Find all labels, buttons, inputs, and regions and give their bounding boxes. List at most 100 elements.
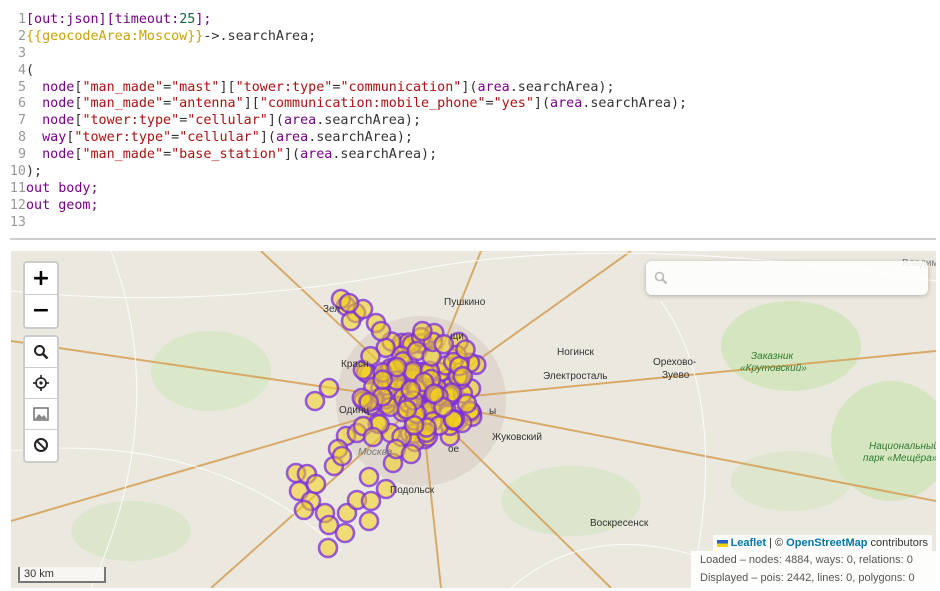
crosshair-icon[interactable] bbox=[25, 368, 57, 399]
code-token: out geom; bbox=[26, 198, 99, 213]
poi-marker[interactable] bbox=[338, 292, 360, 314]
place-label: ы bbox=[489, 406, 497, 417]
code-token: = bbox=[163, 147, 172, 162]
code-line[interactable]: 1[out:json][timeout:25]; bbox=[0, 11, 212, 28]
line-number: 1 bbox=[17, 12, 26, 27]
code-token: .searchArea); bbox=[582, 96, 688, 111]
poi-marker[interactable] bbox=[456, 393, 478, 414]
poi-marker[interactable] bbox=[370, 320, 392, 342]
panel-divider[interactable] bbox=[10, 238, 936, 240]
poi-marker[interactable] bbox=[293, 499, 315, 521]
query-editor[interactable]: 1[out:json][timeout:25]; 2{{geocodeArea:M… bbox=[0, 0, 940, 232]
poi-marker[interactable] bbox=[331, 445, 353, 467]
code-line[interactable]: 6 node["man_made"="antenna"]["communicat… bbox=[0, 95, 687, 112]
code-token: = bbox=[163, 80, 172, 95]
poi-marker[interactable] bbox=[423, 383, 445, 404]
place-label: Зел bbox=[323, 304, 341, 315]
code-token: ]( bbox=[267, 113, 284, 128]
place-label: щи bbox=[450, 331, 464, 342]
leaflet-link[interactable]: Leaflet bbox=[731, 537, 766, 549]
code-token: area bbox=[275, 130, 309, 145]
search-icon bbox=[654, 271, 668, 285]
code-token: ][ bbox=[219, 80, 236, 95]
line-number: 3 bbox=[17, 46, 26, 61]
code-token: "cellular" bbox=[187, 113, 268, 128]
code-line[interactable]: 11out body; bbox=[0, 180, 99, 197]
code-token: "yes" bbox=[493, 96, 534, 111]
poi-marker[interactable] bbox=[362, 426, 384, 448]
code-token: "antenna" bbox=[171, 96, 244, 111]
code-token: 25 bbox=[179, 12, 196, 27]
code-token: "communication" bbox=[340, 80, 462, 95]
poi-marker[interactable] bbox=[412, 320, 433, 342]
code-line[interactable]: 5 node["man_made"="mast"]["tower:type"="… bbox=[0, 79, 615, 96]
poi-marker[interactable] bbox=[400, 379, 422, 401]
code-line[interactable]: 13 bbox=[0, 214, 26, 231]
poi-marker[interactable] bbox=[452, 365, 474, 387]
map-view[interactable]: Пушкино Ногинск Орехово- Зуево Электрост… bbox=[11, 251, 936, 588]
poi-marker[interactable] bbox=[396, 399, 418, 420]
code-token: node bbox=[42, 113, 75, 128]
code-line[interactable]: 7 node["tower:type"="cellular"](area.sea… bbox=[0, 112, 421, 129]
poi-marker[interactable] bbox=[455, 339, 476, 360]
poi-marker[interactable] bbox=[386, 356, 408, 378]
park-label: парк «Мещёра» bbox=[863, 453, 936, 464]
zoom-out-button[interactable]: − bbox=[25, 295, 57, 326]
code-token: "tower:type" bbox=[74, 130, 172, 145]
park-label: «Крутовский» bbox=[740, 363, 807, 374]
place-label: Одинц bbox=[339, 405, 370, 416]
flag-icon bbox=[716, 540, 728, 547]
place-label: Жуковский bbox=[492, 432, 542, 443]
code-line[interactable]: 10); bbox=[0, 163, 42, 180]
code-token: "man_made" bbox=[82, 80, 164, 95]
code-line[interactable]: 12out geom; bbox=[0, 197, 99, 214]
code-token: out body; bbox=[26, 181, 99, 196]
poi-marker[interactable] bbox=[318, 377, 340, 399]
code-line[interactable]: 8 way["tower:type"="cellular"](area.sear… bbox=[0, 129, 413, 146]
place-label: Воскресенск bbox=[590, 518, 649, 529]
map-search-input[interactable] bbox=[646, 261, 928, 295]
place-label: Зуево bbox=[662, 370, 690, 381]
data-stats: Loaded – nodes: 4884, ways: 0, relations… bbox=[691, 551, 936, 588]
park-label: Заказник bbox=[751, 351, 794, 362]
code-token: node bbox=[42, 96, 75, 111]
code-line[interactable]: 2{{geocodeArea:Moscow}}->.searchArea; bbox=[0, 28, 316, 45]
poi-marker[interactable] bbox=[400, 443, 422, 465]
code-token: ]( bbox=[533, 96, 551, 111]
image-icon[interactable] bbox=[25, 399, 57, 430]
code-token: area bbox=[284, 113, 317, 128]
poi-marker[interactable] bbox=[358, 466, 380, 488]
code-token: "mast" bbox=[171, 80, 220, 95]
code-token: .searchArea); bbox=[509, 80, 615, 95]
code-line[interactable]: 9 node["man_made"="base_station"](area.s… bbox=[0, 146, 437, 163]
poi-marker[interactable] bbox=[305, 473, 327, 495]
line-number: 4 bbox=[17, 63, 26, 78]
code-token: area bbox=[300, 147, 333, 162]
zoom-in-button[interactable]: + bbox=[25, 263, 57, 295]
poi-marker[interactable] bbox=[360, 490, 382, 512]
line-number: 10 bbox=[9, 164, 26, 179]
park-label: Национальный bbox=[869, 441, 936, 452]
code-line[interactable]: 4( bbox=[0, 62, 34, 79]
code-token: {{geocodeArea:Moscow}} bbox=[26, 29, 204, 44]
displayed-stats: Displayed – pois: 2442, lines: 0, polygo… bbox=[700, 572, 915, 584]
line-number: 5 bbox=[17, 80, 26, 95]
osm-link[interactable]: OpenStreetMap bbox=[786, 537, 867, 549]
poi-marker[interactable] bbox=[358, 510, 380, 532]
poi-marker[interactable] bbox=[317, 537, 339, 559]
code-token: .searchArea); bbox=[308, 130, 413, 145]
code-token: .searchArea); bbox=[332, 147, 438, 162]
search-icon[interactable] bbox=[25, 337, 57, 368]
code-token: "tower:type" bbox=[82, 113, 180, 128]
place-label: Красн bbox=[341, 359, 369, 370]
map-toolbar bbox=[23, 335, 59, 463]
poi-marker[interactable] bbox=[318, 514, 340, 536]
no-icon[interactable] bbox=[25, 430, 57, 460]
code-token: .searchArea); bbox=[316, 113, 422, 128]
line-number: 11 bbox=[9, 181, 26, 196]
code-line[interactable]: 3 bbox=[0, 45, 26, 62]
code-token: ]( bbox=[259, 130, 276, 145]
